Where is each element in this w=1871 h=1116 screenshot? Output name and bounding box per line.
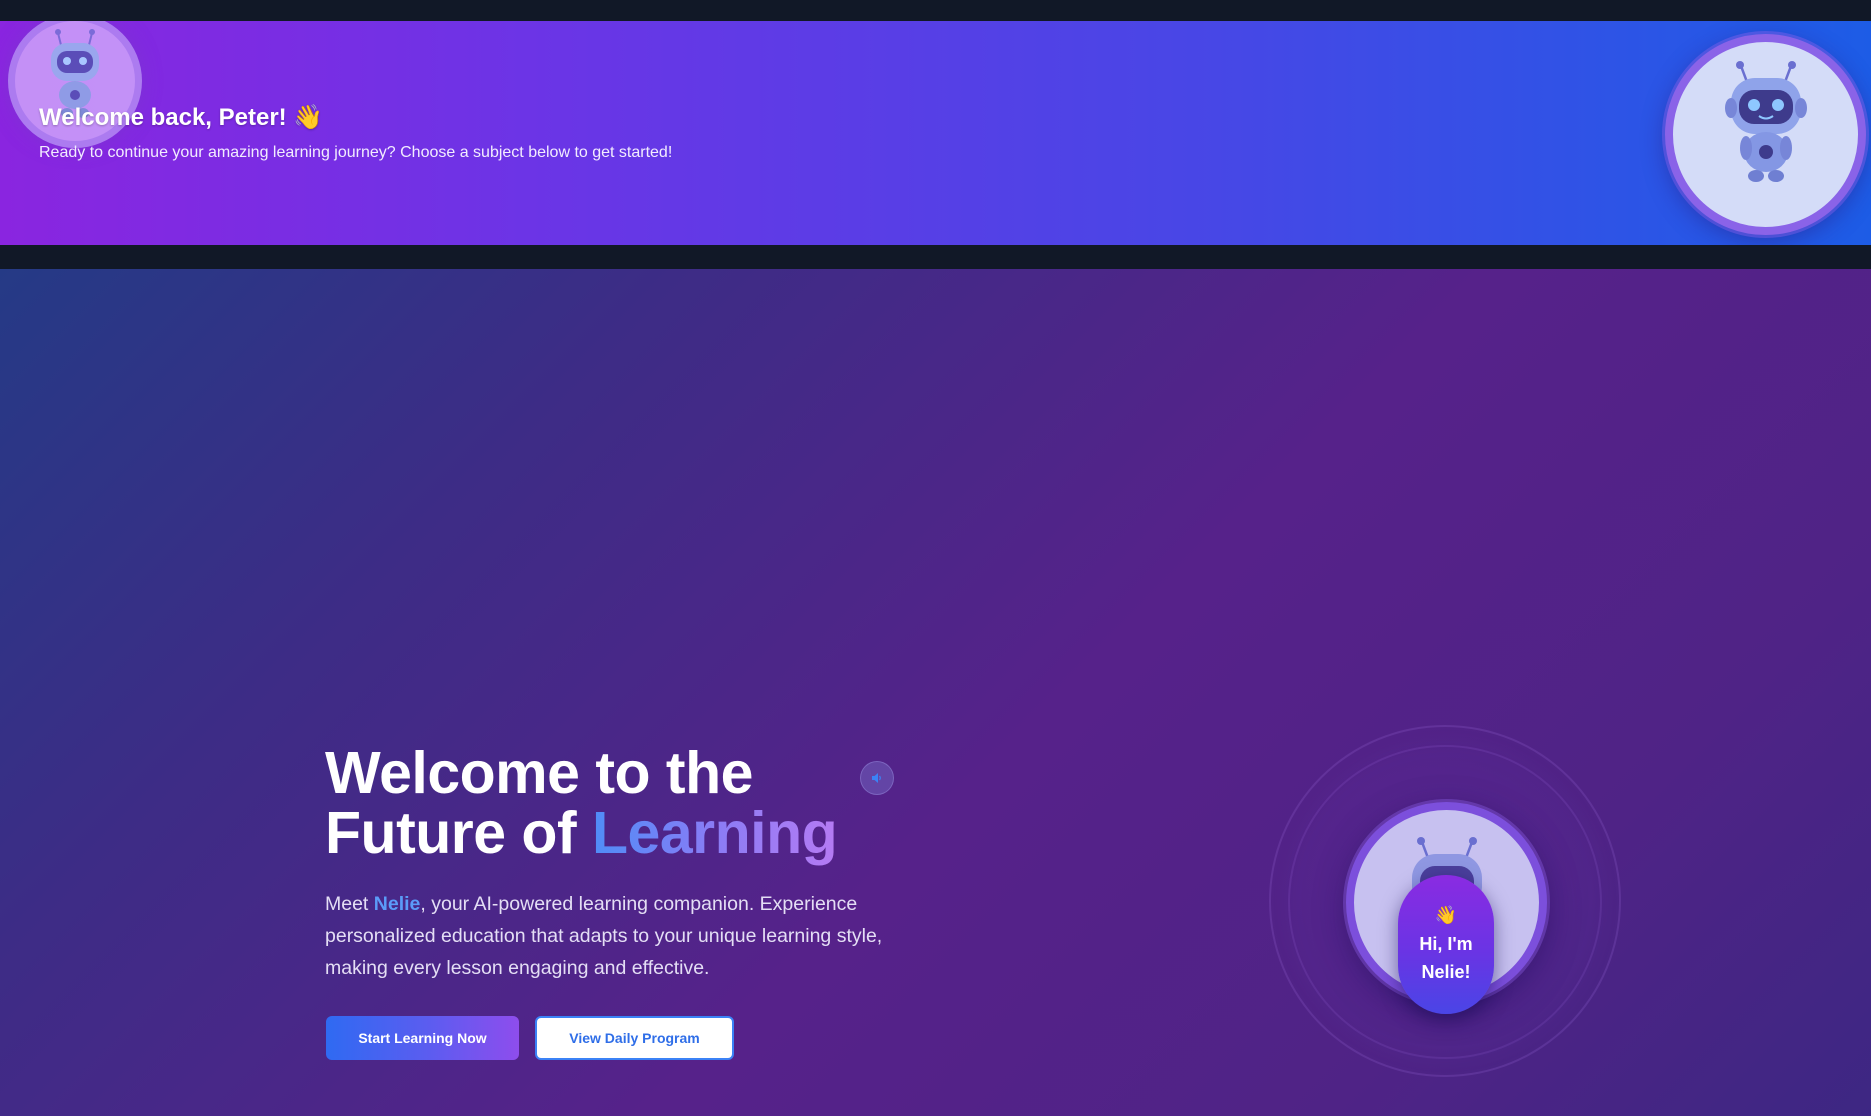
hero-title-line2: Future of xyxy=(325,800,593,866)
hero-title: Welcome to the Future of Learning xyxy=(325,740,838,866)
robot-avatar-large xyxy=(1665,34,1866,235)
start-learning-button[interactable]: Start Learning Now xyxy=(326,1016,519,1060)
hero-title-accent: Learning xyxy=(592,800,838,866)
welcome-title: Welcome back, Peter! 👋 xyxy=(39,104,324,131)
nelie-greeting-bubble: 👋 Hi, I'm Nelie! xyxy=(1398,875,1494,1014)
view-daily-program-button[interactable]: View Daily Program xyxy=(535,1016,734,1060)
nelie-link-text: Nelie xyxy=(373,893,421,915)
hero-description: Meet Nelie, your AI-powered learning com… xyxy=(325,888,905,984)
robot-icon xyxy=(1725,61,1807,182)
hero-section: Welcome to the Future of Learning Meet N… xyxy=(0,269,1871,1116)
speaker-icon xyxy=(872,773,881,783)
welcome-subtitle: Ready to continue your amazing learning … xyxy=(39,144,673,161)
wave-icon: 👋 xyxy=(1434,904,1458,925)
sound-button[interactable] xyxy=(860,761,894,795)
hero-title-line1: Welcome to the xyxy=(325,740,753,806)
hero-desc-prefix: Meet xyxy=(325,893,374,915)
nelie-greeting-text: Hi, I'm Nelie! xyxy=(1419,933,1473,982)
welcome-banner: Welcome back, Peter! 👋 Ready to continue… xyxy=(0,21,1871,245)
